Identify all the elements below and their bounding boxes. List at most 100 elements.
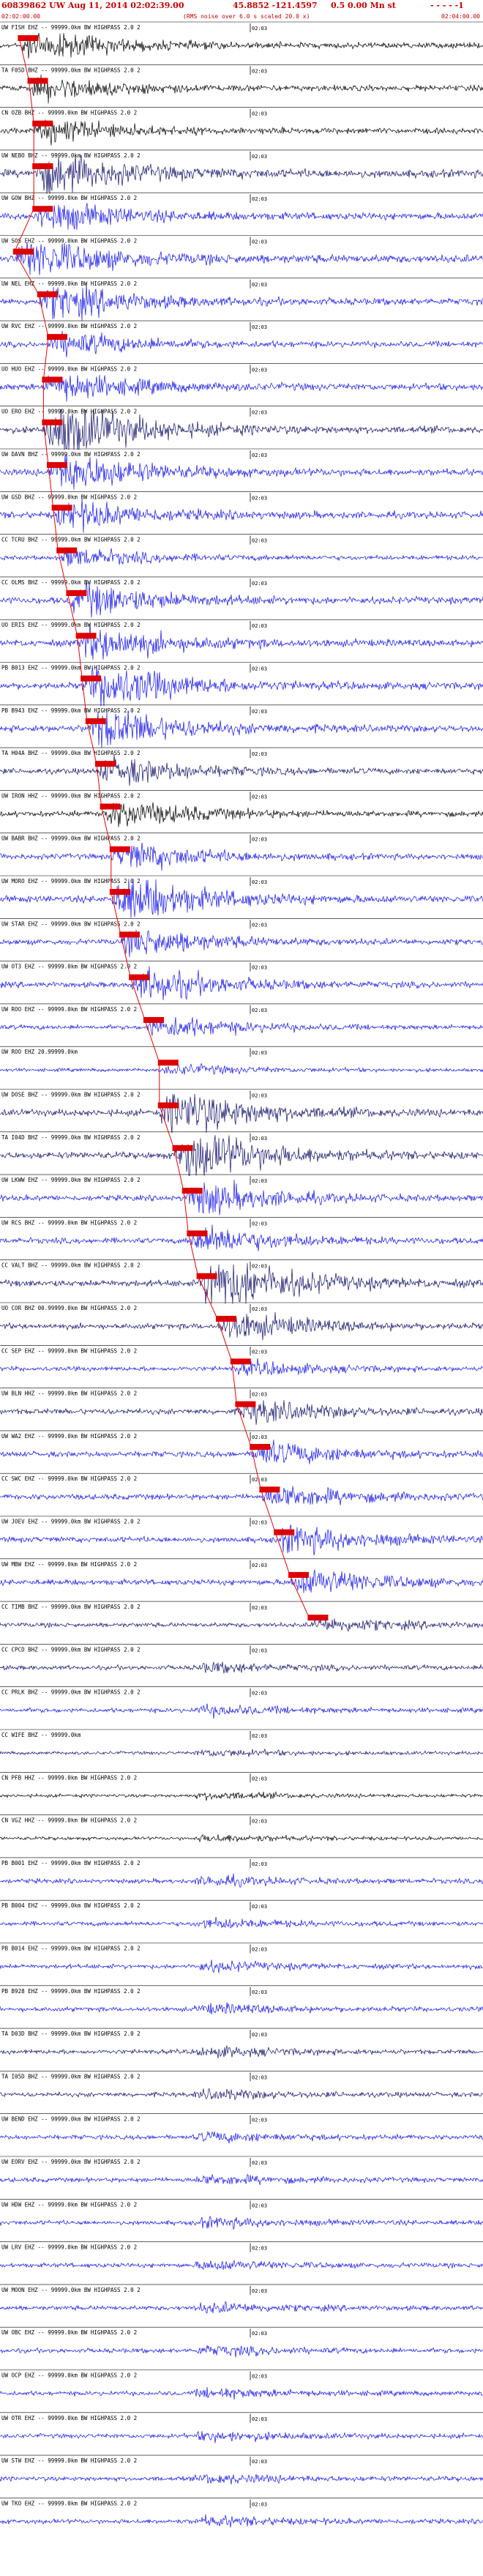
waveform [0, 2002, 483, 2015]
phase-pick-marker [37, 291, 58, 297]
station-label: CN VGZ HHZ -- 99999.0km BW HIGHPASS 2.0 … [1, 1817, 137, 1824]
station-label: CN OZB BHZ -- 99999.0km BW HIGHPASS 2.0 … [1, 110, 137, 116]
minute-tick-label: 02:03 [252, 709, 267, 715]
window-start-time: 02:02:00.00 [1, 13, 40, 20]
station-label: UW OBC EHZ -- 99999.0km BW HIGHPASS 2.0 … [1, 2329, 137, 2336]
station-label: CC SWC EHZ -- 99999.0km BW HIGHPASS 2.0 … [1, 1475, 137, 1482]
minute-tick-label: 02:03 [252, 367, 267, 373]
station-label: UW MBW EHZ -- 99999.0km BW HIGHPASS 2.0 … [1, 1561, 137, 1568]
minute-tick-label: 02:03 [252, 2331, 267, 2337]
phase-pick-marker [27, 78, 48, 84]
minute-tick-label: 02:03 [252, 410, 267, 416]
minute-tick-label: 02:03 [252, 623, 267, 629]
station-label: CC OLMS BHZ -- 99999.0km BW HIGHPASS 2.0… [1, 579, 141, 586]
phase-pick-marker [288, 1571, 309, 1578]
station-label: UW MOON EHZ -- 99999.0km BW HIGHPASS 2.0… [1, 2287, 141, 2293]
waveform [0, 1834, 483, 1843]
waveform [0, 1135, 483, 1177]
minute-tick-label: 02:03 [252, 1178, 267, 1184]
phase-pick-marker [12, 248, 34, 255]
trace-row: 02:03 CC WIFE BHZ -- 99999.0km [0, 1729, 483, 1757]
station-label: UW DOSE BHZ -- 99999.0km BW HIGHPASS 2.0… [1, 1092, 141, 1098]
event-magnitude: 0.5 0.00 Mn st [331, 1, 397, 10]
minute-tick-label: 02:03 [252, 495, 267, 501]
station-label: UW LRV EHZ -- 99999.0km BW HIGHPASS 2.0 … [1, 2244, 137, 2251]
phase-pick-marker [42, 376, 63, 383]
waveform [0, 155, 483, 194]
waveform [0, 1618, 483, 1632]
phase-pick-marker [80, 675, 102, 682]
phase-pick-marker [250, 1443, 271, 1450]
station-label: UW JOEV EHZ -- 99999.0km BW HIGHPASS 2.0… [1, 1519, 141, 1525]
station-label: TA F05D BHZ -- 99999.0km BW HIGHPASS 2.0… [1, 67, 141, 73]
waveform [0, 1873, 483, 1888]
trace-row: 02:03 TA D03D BHZ -- 99999.0km BW HIGHPAS… [0, 2028, 483, 2059]
noise-subtitle: (RMS noise over 6.0 s scaled 20.0 x) [183, 13, 310, 20]
trace-row: 02:03 PB B004 EHZ -- 99999.0km BW HIGHPAS… [0, 1899, 483, 1929]
station-label: UW LKWW EHZ -- 99999.0km BW HIGHPASS 2.0… [1, 1177, 141, 1183]
phase-pick-marker [100, 803, 121, 810]
station-label: PB B001 EHZ -- 99999.0km BW HIGHPASS 2.0… [1, 1860, 141, 1866]
waveform [0, 330, 483, 358]
minute-tick-label: 02:03 [252, 26, 267, 31]
trace-row: 02:03 UW ROO EHZ 20.99999.0km [0, 1046, 483, 1075]
trace-row: 02:03 UW OT3 EHZ -- 99999.0km BW HIGHPASS… [0, 961, 483, 1001]
waveform [0, 1959, 483, 1973]
trace-row: 02:03 UW STAR EHZ -- 99999.0km BW HIGHPAS… [0, 918, 483, 958]
phase-pick-marker [109, 846, 130, 852]
station-label: UW STAR EHZ -- 99999.0km BW HIGHPASS 2.0… [1, 920, 141, 927]
waveform [0, 710, 483, 748]
waveform [0, 2131, 483, 2144]
waveform [0, 119, 483, 146]
station-label: UW GOW BHZ -- 99999.0km BW HIGHPASS 2.0 … [1, 195, 137, 201]
minute-tick-label: 02:03 [252, 154, 267, 160]
phase-pick-marker [18, 35, 39, 42]
station-label: PB B014 EHZ -- 99999.0km BW HIGHPASS 2.0… [1, 1946, 141, 1952]
station-label: CN PFB HHZ -- 99999.0km BW HIGHPASS 2.0 … [1, 1774, 137, 1781]
phase-pick-marker [32, 163, 53, 169]
trace-row: 02:03 UW TKO EHZ -- 99999.0km BW HIGHPASS… [0, 2498, 483, 2528]
waveform [0, 1311, 483, 1341]
trace-row: 02:03 UW BEND EHZ -- 99999.0km BW HIGHPAS… [0, 2113, 483, 2144]
trace-row: 02:03 UW JOEV EHZ -- 99999.0km BW HIGHPAS… [0, 1516, 483, 1556]
phase-pick-marker [216, 1316, 236, 1322]
phase-pick-marker [32, 120, 53, 127]
waveform [0, 2174, 483, 2185]
minute-tick-label: 02:03 [252, 2416, 267, 2422]
trace-row: 02:03 CN VGZ HHZ -- 99999.0km BW HIGHPASS… [0, 1814, 483, 1843]
station-label: UW DAVN BHZ -- 99999.0km BW HIGHPASS 2.0… [1, 451, 141, 458]
trace-row: 02:03 UW HDW EHZ -- 99999.0km BW HIGHPASS… [0, 2199, 483, 2230]
waveform [0, 2215, 483, 2230]
station-label: CC TCRU BHZ -- 99999.0km BW HIGHPASS 2.0… [1, 537, 141, 543]
trace-row: 02:03 CC CPCD BHZ -- 99999.0km BW HIGHPAS… [0, 1644, 483, 1674]
waveform [0, 1749, 483, 1757]
minute-tick-label: 02:03 [252, 1050, 267, 1056]
station-label: PB B943 EHZ -- 99999.0km BW HIGHPASS 2.0… [1, 707, 141, 714]
trace-row: 02:03 UW WA2 EHZ -- 99999.0km BW HIGHPASS… [0, 1430, 483, 1464]
minute-tick-label: 02:03 [252, 879, 267, 885]
phase-pick-marker [66, 589, 87, 596]
minute-tick-label: 02:03 [252, 2203, 267, 2208]
phase-pick-marker [157, 1102, 179, 1109]
minute-tick-label: 02:03 [252, 1861, 267, 1867]
waveform [0, 1263, 483, 1304]
waveform [0, 374, 483, 402]
waveform [0, 2088, 483, 2101]
trace-row: 02:03 UW OCP EHZ -- 99999.0km BW HIGHPASS… [0, 2370, 483, 2400]
trace-row: 02:03 PB B928 EHZ -- 99999.0km BW HIGHPAS… [0, 1985, 483, 2015]
station-label: CC VALT BHZ -- 99999.0km BW HIGHPASS 2.0… [1, 1262, 141, 1269]
minute-tick-label: 02:03 [252, 538, 267, 544]
station-label: TA I04D BHZ -- 99999.0km BW HIGHPASS 2.0… [1, 1134, 141, 1141]
station-label: UW BLN HHZ -- 99999.0km BW HIGHPASS 2.0 … [1, 1391, 137, 1397]
minute-tick-label: 02:03 [252, 68, 267, 74]
phase-pick-marker [181, 1188, 203, 1194]
trace-row: 02:03 UW LRV EHZ -- 99999.0km BW HIGHPASS… [0, 2241, 483, 2270]
travel-time-line [14, 37, 310, 1618]
phase-pick-marker [32, 206, 53, 212]
station-label: TA I05D BHZ -- 99999.0km BW HIGHPASS 2.0… [1, 2073, 141, 2080]
minute-tick-label: 02:03 [252, 196, 267, 202]
minute-tick-label: 02:03 [252, 1392, 267, 1398]
station-label: UW TKO EHZ -- 99999.0km BW HIGHPASS 2.0 … [1, 2500, 137, 2506]
station-label: UW OT3 EHZ -- 99999.0km BW HIGHPASS 2.0 … [1, 964, 137, 970]
trace-row: 02:03 UW OTR EHZ -- 99999.0km BW HIGHPASS… [0, 2412, 483, 2443]
